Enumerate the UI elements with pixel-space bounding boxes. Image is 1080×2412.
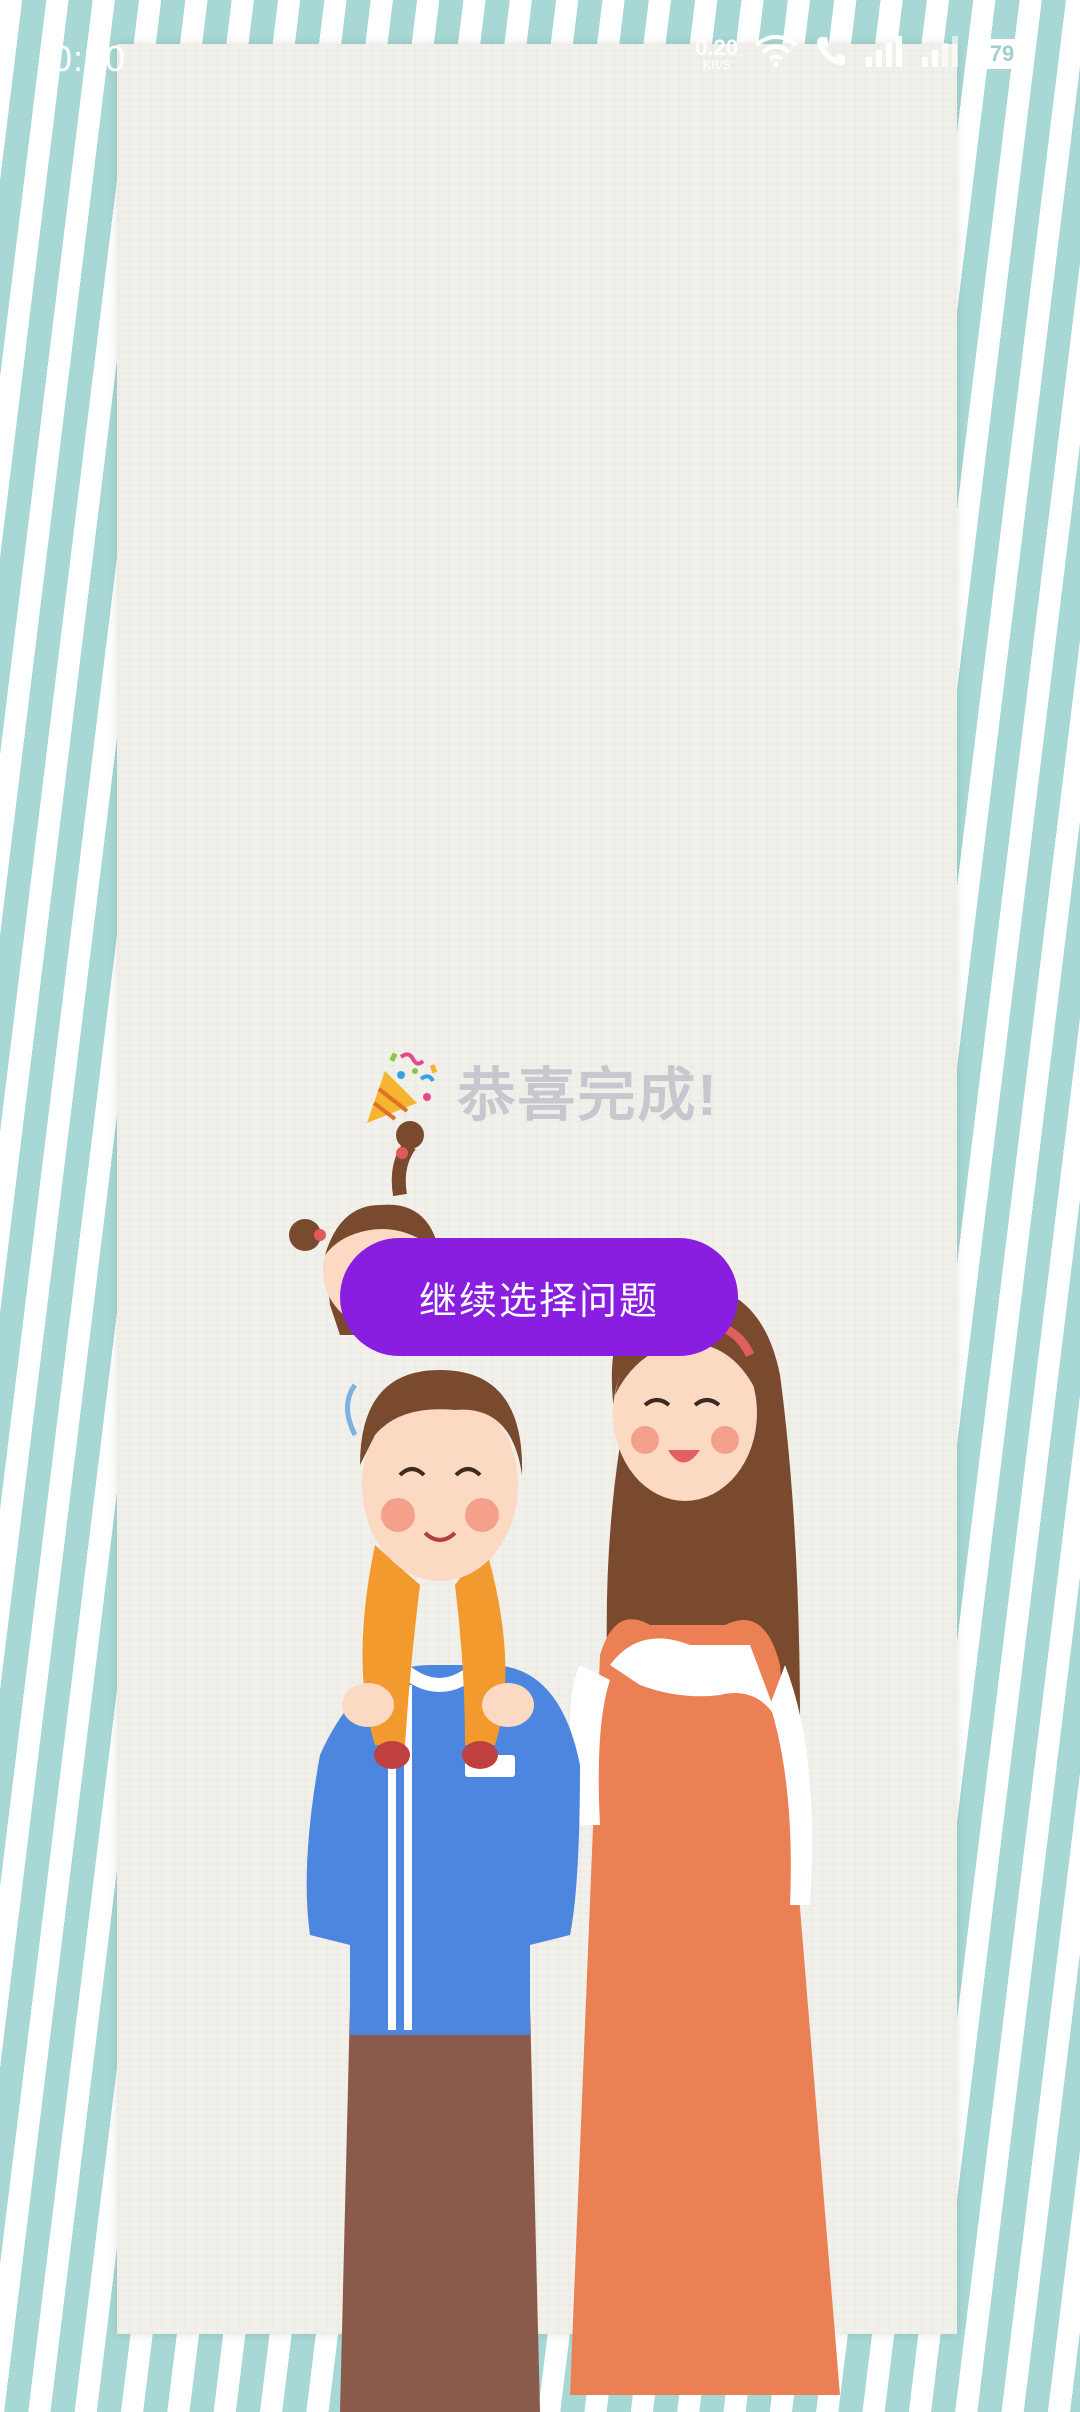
signal-icon [920,35,960,72]
wifi-icon [754,35,798,72]
status-time: 0:20 [52,38,127,79]
call-icon [814,34,848,73]
battery-indicator: 79 [976,38,1028,69]
network-speed: 0.20 KB/S [695,34,738,72]
congrats-heading: 恭喜完成! [0,1048,1080,1132]
network-speed-value: 0.20 [695,34,738,60]
signal-icon [864,35,904,72]
congrats-text: 恭喜完成! [457,1063,719,1128]
screen: 0:20 0.20 KB/S 79 恭喜完成! 继续选择问题 [0,0,1080,2412]
status-bar: 0:20 0.20 KB/S 79 [0,0,1080,110]
network-speed-unit: KB/S [702,57,731,72]
continue-select-question-button[interactable]: 继续选择问题 [340,1238,738,1356]
status-icons: 0.20 KB/S 79 [695,34,1028,73]
party-popper-icon [361,1049,439,1132]
